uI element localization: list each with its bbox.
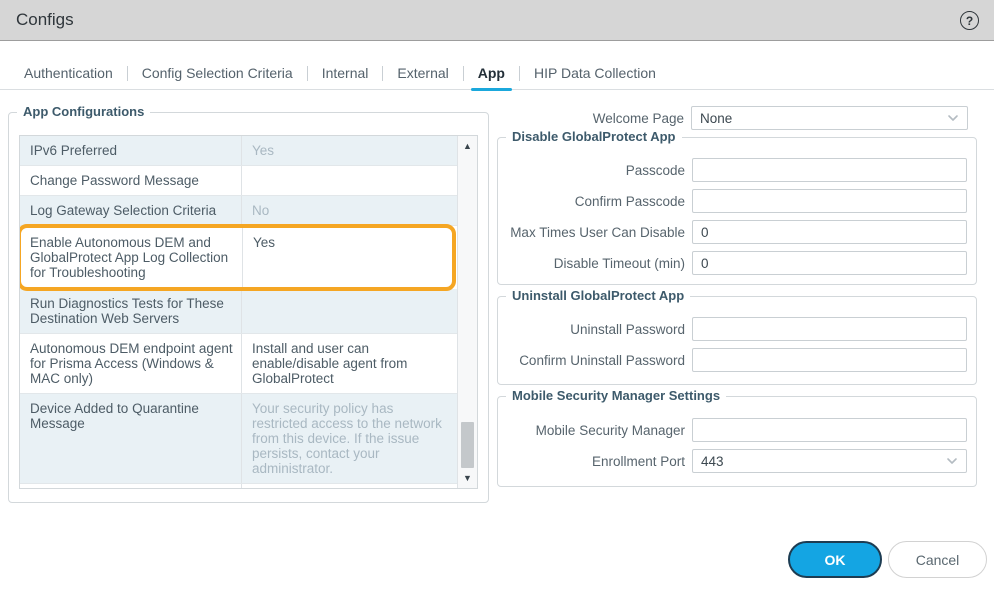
configs-dialog: Configs ? Authentication Config Selectio… [0, 0, 994, 593]
table-row-ipv6-preferred: IPv6 Preferred Yes [20, 136, 457, 166]
welcome-page-row: Welcome Page None [497, 106, 977, 130]
chevron-down-icon [946, 111, 960, 125]
config-label: Change Password Message [20, 166, 242, 195]
uninstall-globalprotect-app-group: Uninstall GlobalProtect App Uninstall Pa… [497, 288, 977, 385]
config-value[interactable]: Install and user can enable/disable agen… [242, 334, 457, 393]
table-row-log-gateway-selection-criteria: Log Gateway Selection Criteria No [20, 196, 457, 226]
footer-actions: OK Cancel [788, 541, 987, 578]
chevron-down-icon [945, 454, 959, 468]
max-times-user-can-disable-label: Max Times User Can Disable [510, 224, 685, 240]
confirm-passcode-label: Confirm Passcode [574, 193, 685, 209]
config-label: IPv6 Preferred [20, 136, 242, 165]
table-row-change-password-message: Change Password Message [20, 166, 457, 196]
config-label: Run Diagnostics Tests for These Destinat… [20, 289, 242, 333]
config-rows: IPv6 Preferred Yes Change Password Messa… [20, 136, 457, 488]
welcome-page-select[interactable]: None [691, 106, 968, 130]
disable-timeout-label: Disable Timeout (min) [553, 255, 685, 271]
welcome-page-value: None [700, 110, 733, 126]
config-label: Enable Autonomous DEM and GlobalProtect … [21, 228, 243, 287]
welcome-page-label: Welcome Page [592, 110, 684, 126]
uninstall-password-field[interactable] [692, 317, 967, 341]
table-row-device-added-to-quarantine: Device Added to Quarantine Message Your … [20, 394, 457, 484]
config-label: Device Removed from Quarantine Message [20, 484, 242, 488]
confirm-passcode-field[interactable] [692, 189, 967, 213]
ok-button[interactable]: OK [788, 541, 882, 578]
config-value[interactable]: Yes [243, 228, 452, 287]
tab-internal[interactable]: Internal [308, 58, 383, 88]
enrollment-port-select[interactable]: 443 [692, 449, 967, 473]
enrollment-port-value: 443 [701, 453, 724, 469]
app-configurations-legend: App Configurations [17, 104, 151, 119]
cancel-button[interactable]: Cancel [888, 541, 987, 578]
tab-authentication[interactable]: Authentication [10, 58, 127, 88]
enrollment-port-label: Enrollment Port [591, 453, 685, 469]
help-icon[interactable]: ? [960, 11, 979, 30]
mobile-security-manager-field[interactable] [692, 418, 967, 442]
titlebar: Configs [0, 0, 994, 41]
tab-bar: Authentication Config Selection Criteria… [0, 57, 994, 91]
confirm-uninstall-password-label: Confirm Uninstall Password [519, 352, 685, 368]
scroll-down-icon[interactable]: ▼ [458, 470, 477, 486]
passcode-field[interactable] [692, 158, 967, 182]
dialog-title: Configs [16, 10, 74, 29]
table-row-run-diagnostics-tests: Run Diagnostics Tests for These Destinat… [20, 289, 457, 334]
scrollbar-thumb[interactable] [461, 422, 474, 468]
max-times-user-can-disable-field[interactable] [692, 220, 967, 244]
tab-external[interactable]: External [383, 58, 462, 88]
config-label: Log Gateway Selection Criteria [20, 196, 242, 225]
table-row-autonomous-dem-endpoint-agent: Autonomous DEM endpoint agent for Prisma… [20, 334, 457, 394]
tab-config-selection-criteria[interactable]: Config Selection Criteria [128, 58, 307, 88]
disable-timeout-field[interactable] [692, 251, 967, 275]
app-configurations-group: App Configurations IPv6 Preferred Yes Ch… [8, 104, 489, 503]
config-value[interactable] [242, 289, 457, 333]
mobile-security-manager-settings-legend: Mobile Security Manager Settings [506, 388, 727, 403]
config-value[interactable]: Your security policy has restricted acce… [242, 394, 457, 483]
disable-globalprotect-app-group: Disable GlobalProtect App Passcode Confi… [497, 129, 977, 285]
mobile-security-manager-settings-group: Mobile Security Manager Settings Mobile … [497, 388, 977, 487]
tab-hip-data-collection[interactable]: HIP Data Collection [520, 58, 670, 88]
config-label: Device Added to Quarantine Message [20, 394, 242, 483]
scroll-up-icon[interactable]: ▲ [458, 138, 477, 154]
config-value[interactable]: No [242, 196, 457, 225]
passcode-label: Passcode [625, 162, 685, 178]
disable-globalprotect-app-legend: Disable GlobalProtect App [506, 129, 682, 144]
confirm-uninstall-password-field[interactable] [692, 348, 967, 372]
mobile-security-manager-label: Mobile Security Manager [535, 422, 685, 438]
config-value[interactable]: Your security policy has restored access… [242, 484, 457, 488]
config-label: Autonomous DEM endpoint agent for Prisma… [20, 334, 242, 393]
uninstall-globalprotect-app-legend: Uninstall GlobalProtect App [506, 288, 691, 303]
config-value[interactable]: Yes [242, 136, 457, 165]
config-value[interactable] [242, 166, 457, 195]
uninstall-password-label: Uninstall Password [570, 321, 685, 337]
table-row-device-removed-from-quarantine: Device Removed from Quarantine Message Y… [20, 484, 457, 488]
table-scrollbar[interactable]: ▲ ▼ [457, 136, 477, 488]
app-configurations-table: IPv6 Preferred Yes Change Password Messa… [19, 135, 478, 489]
tab-app[interactable]: App [464, 58, 519, 91]
table-row-enable-autonomous-dem-highlighted: Enable Autonomous DEM and GlobalProtect … [20, 224, 456, 291]
